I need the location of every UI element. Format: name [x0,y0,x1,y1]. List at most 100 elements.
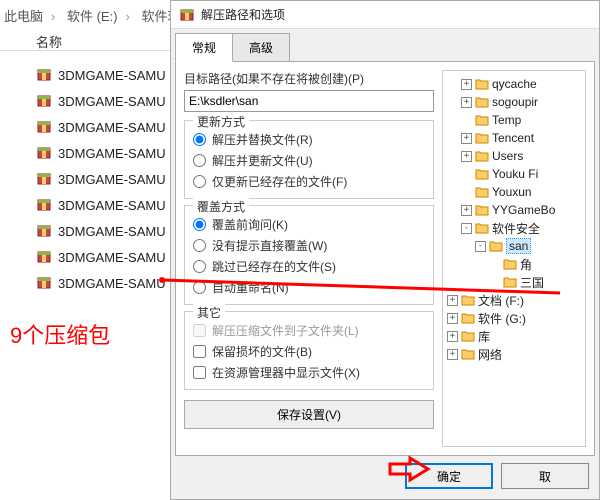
folder-icon [489,240,503,252]
ok-button[interactable]: 确定 [405,463,493,489]
tree-expander[interactable]: + [447,313,458,324]
opt-keep-broken[interactable]: 保留损坏的文件(B) [193,341,425,362]
tree-row[interactable]: +Users [443,147,585,165]
tree-row[interactable]: + 软件 (G:) [443,309,585,327]
tree-row[interactable]: 三国 [443,273,585,291]
folder-icon [475,132,489,144]
cancel-button[interactable]: 取 [501,463,589,489]
dest-label: 目标路径(如果不存在将被创建)(P) [184,70,434,87]
file-list: 3DMGAME-SAMU3DMGAME-SAMU3DMGAME-SAMU3DMG… [36,62,178,296]
overwrite-mode-group: 覆盖方式 覆盖前询问(K) 没有提示直接覆盖(W) 跳过已经存在的文件(S) 自… [184,205,434,305]
rar-icon [36,275,52,291]
tab-advanced[interactable]: 高级 [232,33,290,62]
tree-label: Tencent [492,131,534,145]
file-row[interactable]: 3DMGAME-SAMU [36,244,178,270]
file-row[interactable]: 3DMGAME-SAMU [36,140,178,166]
opt-subfolder: 解压压缩文件到子文件夹(L) [193,320,425,341]
rar-icon [36,145,52,161]
folder-tree[interactable]: + qycache + sogoupir Temp + Tencent +Users Youku… [442,70,586,447]
tree-row[interactable]: + Tencent [443,129,585,147]
rar-icon [36,93,52,109]
tree-row[interactable]: Temp [443,111,585,129]
annotation-note: 9个压缩包 [10,318,110,350]
file-row[interactable]: 3DMGAME-SAMU [36,88,178,114]
tree-expander[interactable]: + [461,133,472,144]
opt-ask-overwrite[interactable]: 覆盖前询问(K) [193,214,425,235]
tree-row[interactable]: + qycache [443,75,585,93]
group-title: 其它 [193,304,225,321]
dialog-title: 解压路径和选项 [201,6,285,23]
tree-label: Youku Fi [492,167,538,181]
tree-row[interactable]: - 软件安全 [443,219,585,237]
tree-label: san [506,238,531,254]
tree-expander[interactable]: - [461,223,472,234]
dest-path-input[interactable] [184,90,434,112]
dialog-buttons: 确定 取 [405,463,589,489]
update-mode-group: 更新方式 解压并替换文件(R) 解压并更新文件(U) 仅更新已经存在的文件(F) [184,120,434,199]
titlebar[interactable]: 解压路径和选项 [171,1,599,29]
tree-expander[interactable]: + [447,295,458,306]
file-row[interactable]: 3DMGAME-SAMU [36,166,178,192]
tree-label: 软件 (G:) [478,310,526,327]
tree-row[interactable]: + 网络 [443,345,585,363]
tree-row[interactable]: Youku Fi [443,165,585,183]
folder-icon [475,186,489,198]
opt-extract-replace[interactable]: 解压并替换文件(R) [193,129,425,150]
tree-expander[interactable]: - [475,241,486,252]
rar-icon [36,197,52,213]
opt-no-prompt-overwrite[interactable]: 没有提示直接覆盖(W) [193,235,425,256]
tab-panel: 目标路径(如果不存在将被创建)(P) 更新方式 解压并替换文件(R) 解压并更新… [175,61,595,456]
winrar-icon [179,7,195,23]
crumb-pc[interactable]: 此电脑 [0,9,47,24]
tree-label: 库 [478,328,490,345]
tree-row[interactable]: 角 [443,255,585,273]
file-row[interactable]: 3DMGAME-SAMU [36,218,178,244]
tree-row[interactable]: + YYGameBo [443,201,585,219]
tree-expander[interactable]: + [447,349,458,360]
file-row[interactable]: 3DMGAME-SAMU [36,270,178,296]
tree-expander[interactable]: + [447,331,458,342]
rar-icon [36,67,52,83]
tree-label: 三国 [520,274,544,291]
opt-extract-update[interactable]: 解压并更新文件(U) [193,150,425,171]
file-row[interactable]: 3DMGAME-SAMU [36,192,178,218]
tree-row[interactable]: +库 [443,327,585,345]
opt-show-in-explorer[interactable]: 在资源管理器中显示文件(X) [193,362,425,383]
opt-auto-rename[interactable]: 自动重命名(N) [193,277,425,298]
tree-label: 角 [520,256,532,273]
tree-expander[interactable]: + [461,151,472,162]
tree-row[interactable]: Youxun [443,183,585,201]
folder-icon [503,276,517,288]
tree-label: 网络 [478,346,502,363]
file-name: 3DMGAME-SAMU [58,68,178,83]
file-row[interactable]: 3DMGAME-SAMU [36,62,178,88]
tree-row[interactable]: +文档 (F:) [443,291,585,309]
file-name: 3DMGAME-SAMU [58,198,178,213]
crumb-drive[interactable]: 软件 (E:) [63,9,122,24]
breadcrumb[interactable]: 此电脑› 软件 (E:)› 软件玩 [0,6,185,25]
tree-row[interactable]: - san [443,237,585,255]
save-settings-button[interactable]: 保存设置(V) [184,400,434,429]
tree-expander[interactable]: + [461,205,472,216]
tree-row[interactable]: + sogoupir [443,93,585,111]
opt-skip-existing[interactable]: 跳过已经存在的文件(S) [193,256,425,277]
file-row[interactable]: 3DMGAME-SAMU [36,114,178,140]
tree-expander[interactable]: + [461,79,472,90]
tree-label: YYGameBo [492,203,555,217]
file-name: 3DMGAME-SAMU [58,250,178,265]
tree-expander[interactable]: + [461,97,472,108]
misc-group: 其它 解压压缩文件到子文件夹(L) 保留损坏的文件(B) 在资源管理器中显示文件… [184,311,434,390]
file-name: 3DMGAME-SAMU [58,94,178,109]
opt-update-existing[interactable]: 仅更新已经存在的文件(F) [193,171,425,192]
tab-general[interactable]: 常规 [175,33,233,62]
folder-icon [461,330,475,342]
column-header-name[interactable]: 名称 [36,32,62,51]
tree-label: qycache [492,77,537,91]
tree-label: 软件安全 [492,220,540,237]
folder-icon [475,78,489,90]
tabs: 常规 高级 [171,29,599,62]
folder-icon [461,348,475,360]
extract-dialog: 解压路径和选项 常规 高级 目标路径(如果不存在将被创建)(P) 更新方式 解压… [170,0,600,500]
folder-icon [475,222,489,234]
tree-label: sogoupir [492,95,538,109]
